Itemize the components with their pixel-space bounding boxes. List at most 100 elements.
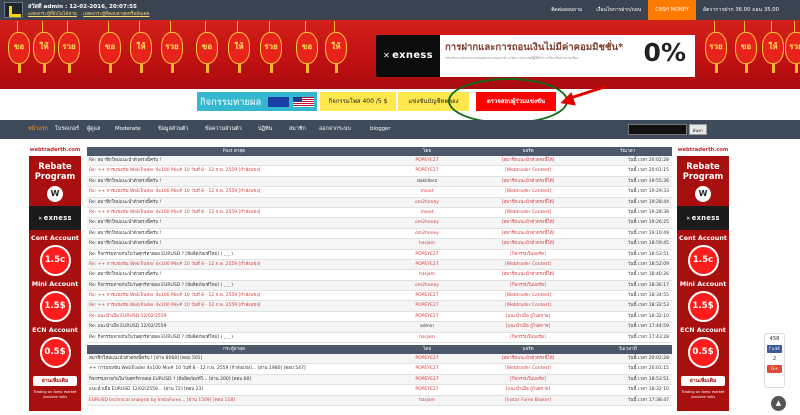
row-board-link[interactable]: [สมาชิกแนะนำตัวตรงนี้ได้]	[473, 177, 583, 186]
row-title-link[interactable]: Re: ++ การแข่งขัน WebTrader 4x100 Mix# 1…	[87, 301, 381, 310]
row-title-link[interactable]: Re: สมาชิกใหม่แนะนำตัวตรงนี้ครับ !	[87, 156, 381, 165]
row-board-link[interactable]: [สมาชิกแนะนำตัวตรงนี้ได้]	[473, 239, 583, 248]
facebook-share-button[interactable]: f แชร์	[767, 345, 782, 353]
table-row[interactable]: Re: แนะนำเมือ EURUSD 12/02/2559 POPEYE27[…	[87, 312, 672, 323]
row-board-link[interactable]: [กิจกรรมในบอร์ด]	[473, 333, 583, 342]
row-title-link[interactable]: Re: กิจกรรมทายกันในวันศุกร์ทายผล EURUSD …	[87, 281, 381, 290]
row-board-link[interactable]: [Webtrader Contest]	[473, 166, 583, 175]
table-row[interactable]: Re: สมาชิกใหม่แนะนำตัวตรงนี้ครับ ! harjam…	[87, 270, 672, 281]
row-title-link[interactable]: Re: ++ การแข่งขัน WebTrader 4x100 Mix# 1…	[87, 291, 381, 300]
menu-blogger[interactable]: blogger	[370, 120, 391, 139]
menu-admins[interactable]: ผู้ดูแล	[87, 120, 100, 139]
table-row[interactable]: EURUSD technical analysis by InstaForex.…	[87, 395, 672, 406]
row-title-link[interactable]: Re: แนะนำเมือ EURUSD 12/02/2559	[87, 322, 381, 331]
row-author-link[interactable]: harjam	[381, 396, 473, 405]
row-board-link[interactable]: [Webtrader Contest]	[473, 301, 583, 310]
read-more-button[interactable]: อ่านเพิ่มเติม	[33, 376, 77, 386]
table-row[interactable]: Re: กิจกรรมทายกันในวันศุกร์ทายผล EURUSD …	[87, 280, 672, 292]
menu-members[interactable]: สมาชิก	[289, 120, 306, 139]
row-board-link[interactable]: [สมาชิกแนะนำตัวตรงนี้ได้]	[473, 198, 583, 207]
row-title-link[interactable]: Re: ++ การแข่งขัน WebTrader 4x100 Mix# 1…	[87, 166, 381, 175]
activity-button[interactable]: กิจกรรมทายผล	[197, 92, 317, 111]
row-title-link[interactable]: Re: ++ การแข่งขัน WebTrader 4x100 Mix# 1…	[87, 187, 381, 196]
row-author-link[interactable]: POPEYE27	[381, 301, 473, 310]
row-title-link[interactable]: สมาชิกใหม่แนะนำตัวตรงนี้ครับ ! [อ่าน 806…	[87, 354, 381, 363]
row-title-link[interactable]: Re: สมาชิกใหม่แนะนำตัวตรงนี้ครับ !	[87, 239, 381, 248]
table-row[interactable]: แนะนำเมือ EURUSD 12/02/2559... [อ่าน 72]…	[87, 385, 672, 396]
search-button[interactable]: ค้นหา	[689, 124, 707, 135]
row-board-link[interactable]: [กิจกรรมในบอร์ด]	[473, 281, 583, 290]
row-title-link[interactable]: Re: กิจกรรมทายกันในวันศุกร์ทายผล EURUSD …	[87, 250, 381, 259]
scroll-to-top-icon[interactable]: ▲	[771, 396, 786, 411]
table-row[interactable]: Re: กิจกรรมทายกันในวันศุกร์ทายผล EURUSD …	[87, 250, 672, 260]
row-title-link[interactable]: แนะนำเมือ EURUSD 12/02/2559... [อ่าน 72]…	[87, 385, 381, 394]
row-author-link[interactable]: daklillerz	[381, 177, 473, 186]
menu-logout[interactable]: ออกจากระบบ	[319, 120, 351, 139]
row-author-link[interactable]: POPEYE27	[381, 291, 473, 300]
table-row[interactable]: Re: สมาชิกใหม่แนะนำตัวตรงนี้ครับ ! om2hon…	[87, 218, 672, 229]
site-logo-icon[interactable]	[4, 2, 23, 18]
left-rebate-ad[interactable]: webtraderth.com Rebate Program W ✕exness…	[29, 145, 81, 411]
table-row[interactable]: Re: ++ การแข่งขัน WebTrader 4x100 Mix# 1…	[87, 187, 672, 198]
table-row[interactable]: Re: สมาชิกใหม่แนะนำตัวตรงนี้ครับ ! daklil…	[87, 176, 672, 188]
nav-deposit-terms[interactable]: เงื่อนไขการฝาก/ถอน	[589, 0, 648, 20]
menu-calendar[interactable]: ปฏิทิน	[258, 120, 272, 139]
table-row[interactable]: Re: ++ การแข่งขัน WebTrader 4x100 Mix# 1…	[87, 259, 672, 271]
right-rebate-ad[interactable]: webtraderth.com Rebate Program W ✕exness…	[677, 145, 729, 411]
row-author-link[interactable]: POPEYE27	[381, 312, 473, 321]
table-row[interactable]: Re: สมาชิกใหม่แนะนำตัวตรงนี้ครับ ! om2hon…	[87, 229, 672, 240]
exness-ad[interactable]: ✕ exness การฝากและการถอนเงินไม่มีค่าคอมมิ…	[376, 35, 695, 77]
row-author-link[interactable]: mieat	[381, 208, 473, 217]
row-board-link[interactable]: [Webtrader Contest]	[473, 208, 583, 217]
table-row[interactable]: Re: สมาชิกใหม่แนะนำตัวตรงนี้ครับ ! POPEYE…	[87, 156, 672, 167]
row-board-link[interactable]: [Webtrader Contest]	[473, 291, 583, 300]
table-row[interactable]: Re: กิจกรรมทายกันในวันศุกร์ทายผล EURUSD …	[87, 333, 672, 344]
row-title-link[interactable]: Re: สมาชิกใหม่แนะนำตัวตรงนี้ครับ !	[87, 198, 381, 207]
row-title-link[interactable]: Re: สมาชิกใหม่แนะนำตัวตรงนี้ครับ !	[87, 177, 381, 186]
table-row[interactable]: Re: สมาชิกใหม่แนะนำตัวตรงนี้ครับ ! om2hon…	[87, 197, 672, 208]
row-author-link[interactable]: POPEYE27	[381, 354, 473, 363]
row-board-link[interactable]: [สมาชิกแนะนำตัวตรงนี้ได้]	[473, 270, 583, 279]
row-board-link[interactable]: [สมาชิกแนะนำตัวตรงนี้ได้]	[473, 218, 583, 227]
table-row[interactable]: Re: ++ การแข่งขัน WebTrader 4x100 Mix# 1…	[87, 166, 672, 177]
row-board-link[interactable]: [กิจกรรมในบอร์ด]	[473, 250, 583, 259]
menu-home[interactable]: หน้าแรก	[28, 120, 48, 139]
row-board-link[interactable]: [สมาชิกแนะนำตัวตรงนี้ได้]	[473, 229, 583, 238]
row-board-link[interactable]: [แนะนำเมือ ถูไปสกาย]	[473, 322, 583, 331]
menu-messages[interactable]: ข้อความส่วนตัว	[205, 120, 242, 139]
table-row[interactable]: Re: ++ การแข่งขัน WebTrader 4x100 Mix# 1…	[87, 291, 672, 302]
row-board-link[interactable]: [สมาชิกแนะนำตัวตรงนี้ได้]	[473, 354, 583, 363]
row-board-link[interactable]: [Webtrader Contest]	[473, 364, 583, 373]
table-row[interactable]: Re: แนะนำเมือ EURUSD 12/02/2559 admin [แนะ…	[87, 322, 672, 333]
row-board-link[interactable]: [Webtrader Contest]	[473, 187, 583, 196]
search-input[interactable]	[628, 124, 687, 135]
row-board-link[interactable]: [Webtrader Contest]	[473, 260, 583, 269]
table-row[interactable]: สมาชิกใหม่แนะนำตัวตรงนี้ครับ ! [อ่าน 806…	[87, 354, 672, 365]
row-title-link[interactable]: Re: ++ การแข่งขัน WebTrader 4x100 Mix# 1…	[87, 208, 381, 217]
row-title-link[interactable]: Re: ++ การแข่งขัน WebTrader 4x100 Mix# 1…	[87, 260, 381, 269]
row-title-link[interactable]: ++ การแข่งขัน WebTrader 4x100 Mix# 10 วั…	[87, 364, 381, 373]
row-author-link[interactable]: POPEYE27	[381, 375, 473, 384]
row-board-link[interactable]: [กิจกรรมในบอร์ด]	[473, 375, 583, 384]
row-author-link[interactable]: POPEYE27	[381, 166, 473, 175]
row-author-link[interactable]: POPEYE27	[381, 260, 473, 269]
table-row[interactable]: ++ การแข่งขัน WebTrader 4x100 Mix# 10 วั…	[87, 364, 672, 375]
row-author-link[interactable]: POPEYE27	[381, 385, 473, 394]
menu-profile[interactable]: ข้อมูลส่วนตัว	[158, 120, 188, 139]
row-author-link[interactable]: om2honey	[381, 218, 473, 227]
row-author-link[interactable]: harjam	[381, 333, 473, 342]
row-author-link[interactable]: harjam	[381, 239, 473, 248]
unread-posts-link[interactable]: แสดงกระทู้ที่ยังไม่ได้อ่าน	[28, 12, 77, 17]
menu-brokers[interactable]: โบรคเกอร์	[55, 120, 79, 139]
row-author-link[interactable]: mieat	[381, 187, 473, 196]
new-year-banner[interactable]: ขอ ให้ รวย ขอ ให้ รวย ขอ ให้ รวย ขอ ให้ …	[0, 20, 800, 89]
menu-moderate[interactable]: Moderate	[115, 120, 141, 139]
row-author-link[interactable]: admin	[381, 322, 473, 331]
read-more-button[interactable]: อ่านเพิ่มเติม	[681, 376, 725, 386]
post-activity-button[interactable]: กิจกรรมโพส 400 /5 $	[320, 92, 396, 111]
nav-contact[interactable]: ติดต่อสอบถาม	[544, 0, 589, 20]
row-board-link[interactable]: [สมาชิกแนะนำตัวตรงนี้ได้]	[473, 156, 583, 165]
row-author-link[interactable]: POPEYE27	[381, 364, 473, 373]
table-row[interactable]: Re: สมาชิกใหม่แนะนำตัวตรงนี้ครับ ! harjam…	[87, 239, 672, 250]
table-row[interactable]: กิจกรรมทายกันในวันศุกร์ทายผล EURUSD ? [ม…	[87, 374, 672, 386]
